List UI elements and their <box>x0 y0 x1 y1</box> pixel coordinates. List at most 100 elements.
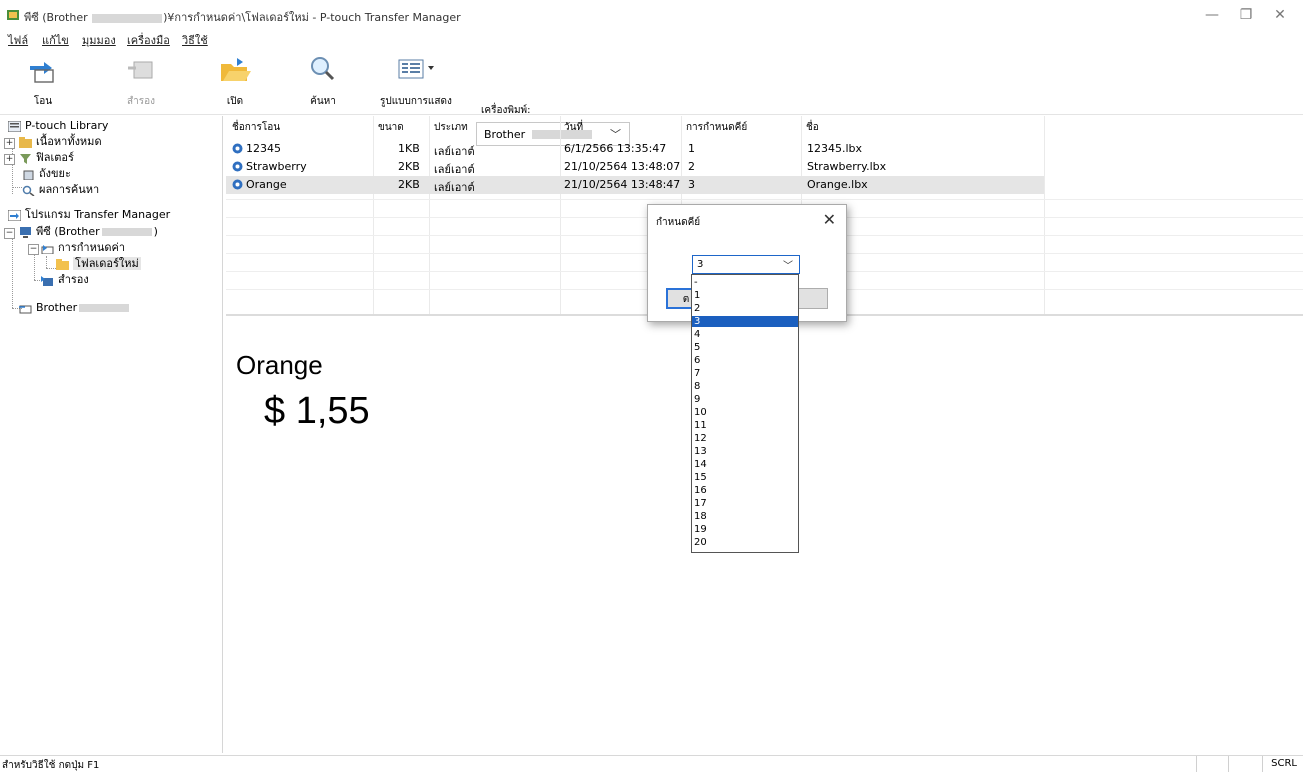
cell-transfer-name: Strawberry <box>246 160 307 173</box>
folder-icon <box>19 136 32 148</box>
backup-folder-icon <box>41 275 53 286</box>
tree-item-search-results[interactable]: ผลการค้นหา <box>22 182 99 198</box>
view-button[interactable]: รูปแบบการแสดง <box>380 50 452 110</box>
dropdown-option[interactable]: 20 <box>692 537 798 548</box>
dropdown-option[interactable]: 6 <box>692 355 798 366</box>
computer-icon <box>20 226 31 238</box>
tree-item-new-folder[interactable]: โฟลเดอร์ใหม่ <box>56 256 141 272</box>
dropdown-option[interactable]: 1 <box>692 290 798 301</box>
key-select-value: 3 <box>697 259 704 270</box>
layout-icon <box>232 161 243 172</box>
layout-icon <box>232 179 243 190</box>
dropdown-option[interactable]: 11 <box>692 420 798 431</box>
list-header: ชื่อการโอน ขนาด ประเภท วันที่ การกำหนดคี… <box>226 116 1303 136</box>
cell-type: เลย์เอาต์ <box>434 181 475 194</box>
folder-icon <box>56 258 69 270</box>
dropdown-option[interactable]: 16 <box>692 485 798 496</box>
table-row[interactable]: Orange 2KB เลย์เอาต์ 21/10/2564 13:48:47… <box>226 176 1044 194</box>
dropdown-option[interactable]: 18 <box>692 511 798 522</box>
tree-item-pc[interactable]: พีซี (Brother) <box>19 224 158 240</box>
cell-transfer-name: Orange <box>246 178 287 191</box>
transfer-button[interactable]: โอน <box>13 50 73 110</box>
layout-icon <box>232 143 243 154</box>
tree-item-filter[interactable]: ฟิลเตอร์ <box>19 150 74 166</box>
menu-view[interactable]: มุมมอง <box>82 31 116 49</box>
tree-item-brother[interactable]: Brother <box>19 300 131 316</box>
col-key[interactable]: การกำหนดคีย์ <box>686 120 747 135</box>
chevron-down-icon: ﹀ <box>783 261 793 272</box>
col-type[interactable]: ประเภท <box>434 120 468 135</box>
folder-open-icon <box>221 58 251 81</box>
search-icon <box>311 57 335 81</box>
app-icon <box>7 10 19 20</box>
config-folder-icon <box>41 244 54 254</box>
cell-size: 1KB <box>398 142 420 155</box>
dropdown-option[interactable]: 7 <box>692 368 798 379</box>
transfer-manager-icon <box>8 209 21 221</box>
status-scroll-lock: SCRL <box>1271 758 1297 769</box>
menu-edit[interactable]: แก้ไข <box>42 31 69 49</box>
tree-item-transfer-manager[interactable]: โปรแกรม Transfer Manager <box>8 207 170 223</box>
folder-tree: P-touch Library + เนื้อหาทั้งหมด + ฟิลเต… <box>0 116 223 753</box>
backup-button[interactable]: สำรอง <box>111 50 171 110</box>
dropdown-option[interactable]: 19 <box>692 524 798 535</box>
title-bar: พีซี (Brother )¥การกำหนดค่า\โฟลเดอร์ใหม่… <box>0 0 1303 30</box>
dropdown-option[interactable]: 12 <box>692 433 798 444</box>
collapse-icon[interactable]: − <box>28 244 39 255</box>
close-button[interactable]: ✕ <box>1257 0 1303 30</box>
dropdown-option[interactable]: 17 <box>692 498 798 509</box>
table-row[interactable]: Strawberry 2KB เลย์เอาต์ 21/10/2564 13:4… <box>226 158 1044 176</box>
cell-name: 12345.lbx <box>807 142 863 155</box>
search-button[interactable]: ค้นหา <box>293 50 353 110</box>
tree-item-library[interactable]: P-touch Library <box>8 118 108 134</box>
key-select[interactable]: 3 ﹀ <box>692 255 800 274</box>
view-icon <box>398 59 434 79</box>
tree-item-all-contents[interactable]: เนื้อหาทั้งหมด <box>19 134 102 150</box>
cell-date: 21/10/2564 13:48:47 <box>564 178 681 191</box>
dropdown-option[interactable]: 5 <box>692 342 798 353</box>
table-row[interactable]: 12345 1KB เลย์เอาต์ 6/1/2566 13:35:47 1 … <box>226 140 1044 158</box>
collapse-icon[interactable]: − <box>4 228 15 239</box>
expand-icon[interactable]: + <box>4 138 15 149</box>
dropdown-option[interactable]: 8 <box>692 381 798 392</box>
backup-icon <box>128 61 153 79</box>
dropdown-option[interactable]: 13 <box>692 446 798 457</box>
col-transfer-name[interactable]: ชื่อการโอน <box>232 120 280 135</box>
tree-item-config[interactable]: การกำหนดค่า <box>41 240 125 256</box>
cell-size: 2KB <box>398 178 420 191</box>
cell-key: 2 <box>688 160 695 173</box>
col-name[interactable]: ชื่อ <box>806 120 819 135</box>
open-button[interactable]: เปิด <box>205 50 265 110</box>
cell-key: 3 <box>688 178 695 191</box>
menu-tools[interactable]: เครื่องมือ <box>127 31 170 49</box>
printer-icon <box>19 305 32 313</box>
toolbar: โอน สำรอง เปิด ค้นหา รูปแบบการแสดง เครื่… <box>0 48 1303 146</box>
menu-bar: ไฟล์ แก้ไข มุมมอง เครื่องมือ วิธีใช้ <box>0 30 1303 49</box>
col-size[interactable]: ขนาด <box>378 120 404 135</box>
dropdown-option[interactable]: 4 <box>692 329 798 340</box>
transfer-icon <box>30 62 54 83</box>
close-icon[interactable]: ✕ <box>823 210 836 229</box>
dropdown-option[interactable]: - <box>692 277 798 288</box>
cell-date: 6/1/2566 13:35:47 <box>564 142 667 155</box>
menu-help[interactable]: วิธีใช้ <box>182 31 208 49</box>
status-bar: สำหรับวิธีใช้ กดปุ่ม F1 SCRL <box>0 755 1303 772</box>
dropdown-option[interactable]: 3 <box>692 316 798 327</box>
dropdown-option[interactable]: 9 <box>692 394 798 405</box>
search-icon <box>22 185 35 196</box>
dropdown-option[interactable]: 15 <box>692 472 798 483</box>
dropdown-option[interactable]: 14 <box>692 459 798 470</box>
menu-file[interactable]: ไฟล์ <box>8 31 28 49</box>
expand-icon[interactable]: + <box>4 154 15 165</box>
col-date[interactable]: วันที่ <box>564 120 583 135</box>
dropdown-option[interactable]: 2 <box>692 303 798 314</box>
preview-price: $ 1,55 <box>264 390 370 432</box>
backup-label: สำรอง <box>127 96 155 107</box>
dropdown-option[interactable]: 10 <box>692 407 798 418</box>
cell-key: 1 <box>688 142 695 155</box>
tree-item-backup[interactable]: สำรอง <box>41 272 89 288</box>
window-title: พีซี (Brother )¥การกำหนดค่า\โฟลเดอร์ใหม่… <box>24 11 461 24</box>
tree-item-trash[interactable]: ถังขยะ <box>22 166 71 182</box>
cell-transfer-name: 12345 <box>246 142 281 155</box>
open-label: เปิด <box>226 96 244 107</box>
